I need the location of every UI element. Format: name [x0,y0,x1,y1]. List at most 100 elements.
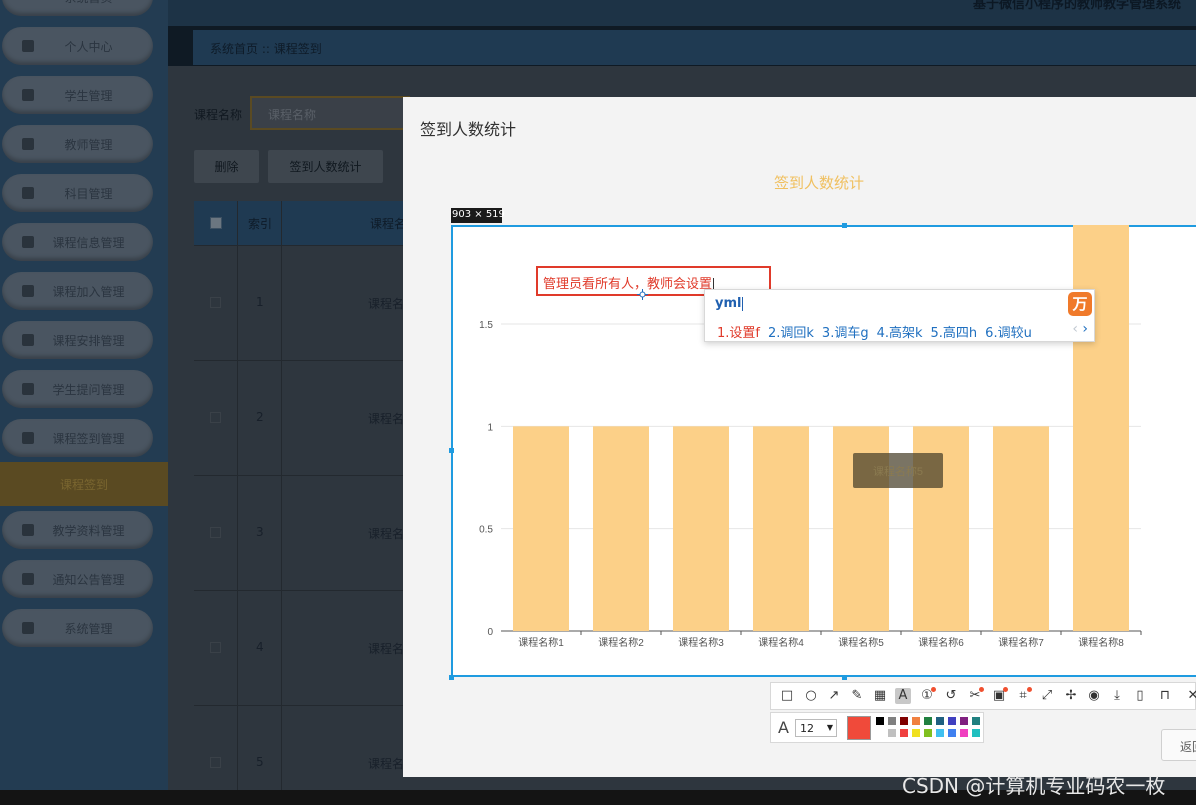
bar [753,426,809,631]
mosaic-icon[interactable]: ▦ [872,688,888,704]
color-swatch[interactable] [947,728,957,738]
menu-icon [22,573,34,585]
ime-candidate[interactable]: 5.高四h [931,326,978,341]
sidebar-item-home[interactable]: 系统首页 [2,0,153,16]
delete-button[interactable]: 删除 [194,150,259,183]
ime-candidate[interactable]: 2.调回k [768,326,814,341]
rectangle-icon[interactable]: □ [779,688,795,704]
close-icon[interactable]: ✕ [1185,688,1196,704]
row-name: 课程名 [368,642,405,656]
ime-candidate[interactable]: 1.设置f [717,326,760,341]
copy-icon[interactable]: ▯ [1132,688,1148,704]
ocr-icon[interactable]: ⌗ [1015,687,1032,704]
row-checkbox[interactable] [210,412,221,423]
ime-candidate[interactable]: 3.调车g [822,326,869,341]
color-swatch[interactable] [899,716,909,726]
color-swatch[interactable] [971,728,981,738]
ime-candidate[interactable]: 6.调较u [985,326,1032,341]
color-swatch[interactable] [959,728,969,738]
pencil-icon[interactable]: ✎ [849,688,865,704]
sidebar-item-label: 课程签到管理 [52,431,125,446]
sidebar-item[interactable]: 学生管理 [2,76,153,114]
current-color-swatch[interactable] [847,716,871,740]
ime-next-icon[interactable]: › [1082,321,1088,337]
sidebar-item[interactable]: 系统管理 [2,609,153,647]
sidebar-item[interactable]: 科目管理 [2,174,153,212]
menu-icon [22,334,34,346]
sidebar-item-label: 教师管理 [64,137,113,152]
move-crosshair-icon[interactable] [637,289,648,300]
color-swatch[interactable] [935,716,945,726]
color-swatch[interactable] [875,716,885,726]
color-swatch[interactable] [875,728,885,738]
badge-dot [979,687,984,692]
record-icon[interactable]: ◉ [1086,688,1102,704]
redo-icon[interactable]: ✂ [967,687,984,704]
row-checkbox[interactable] [210,642,221,653]
selection-size-label: 903 × 519 [451,208,505,223]
resize-handle-left[interactable] [449,448,454,453]
sidebar-item[interactable]: 课程签到管理 [2,419,153,457]
ellipse-icon[interactable]: ○ [803,688,819,704]
row-index: 2 [256,410,264,424]
color-swatch[interactable] [959,716,969,726]
x-tick-label: 课程名称4 [758,636,804,649]
arrow-icon[interactable]: ↗ [826,688,842,704]
ime-composition: yml [715,296,744,311]
grid-line [237,201,238,790]
ime-logo-icon[interactable]: 万 [1068,292,1092,316]
color-swatch[interactable] [887,716,897,726]
return-button[interactable]: 返回 [1161,729,1196,761]
chart-title: 签到人数统计 [774,174,865,192]
row-checkbox[interactable] [210,527,221,538]
color-swatch[interactable] [911,728,921,738]
undo-icon[interactable]: ↺ [943,688,959,704]
color-swatch[interactable] [935,728,945,738]
sidebar-item-label: 个人中心 [64,39,113,54]
grid-line [194,360,404,361]
text-icon[interactable]: A [895,688,911,704]
scroll-icon[interactable]: ⤢ [1039,688,1055,704]
sidebar-item[interactable]: 课程加入管理 [2,272,153,310]
pushpin-icon[interactable]: ✢ [1063,688,1079,704]
font-size-select[interactable]: 12 ▼ [795,719,837,737]
save-icon[interactable]: ⊓ [1157,688,1173,704]
row-name: 课程名 [368,412,405,426]
color-swatch[interactable] [971,716,981,726]
number-icon[interactable]: ① [919,687,936,704]
pin-icon[interactable]: ▣ [991,687,1008,704]
resize-handle-top[interactable] [842,223,847,228]
color-swatch[interactable] [911,716,921,726]
resize-handle-bottom[interactable] [842,675,847,680]
color-swatch[interactable] [923,728,933,738]
row-checkbox[interactable] [210,757,221,768]
bar [1073,225,1129,631]
row-checkbox[interactable] [210,297,221,308]
resize-handle-bottom-left[interactable] [449,675,454,680]
sidebar-item[interactable]: 学生提问管理 [2,370,153,408]
menu-icon [22,285,34,297]
color-swatch[interactable] [887,728,897,738]
select-all-checkbox[interactable] [210,217,222,229]
y-tick-label: 0 [487,627,493,638]
sidebar-item[interactable]: 通知公告管理 [2,560,153,598]
top-header: 基于微信小程序的教师教学管理系统 [168,0,1196,26]
color-swatch[interactable] [899,728,909,738]
stats-button[interactable]: 签到人数统计 [268,150,383,183]
color-swatch[interactable] [923,716,933,726]
sidebar-item[interactable]: 教师管理 [2,125,153,163]
color-swatch[interactable] [947,716,957,726]
bar [513,426,569,631]
sidebar-item[interactable]: 个人中心 [2,27,153,65]
row-name: 课程名 [368,527,405,541]
sidebar-item[interactable]: 课程信息管理 [2,223,153,261]
row-index: 4 [256,640,264,654]
ime-prev-icon[interactable]: ‹ [1072,321,1078,337]
ime-candidate[interactable]: 4.高架k [877,326,923,341]
search-input[interactable]: 课程名称 [250,96,410,130]
ime-page-arrows: ‹ › [1072,321,1088,337]
download-icon[interactable]: ⤓ [1109,688,1125,704]
sidebar-item-active[interactable]: 课程签到 [0,462,168,506]
sidebar-item[interactable]: 教学资料管理 [2,511,153,549]
sidebar-item[interactable]: 课程安排管理 [2,321,153,359]
